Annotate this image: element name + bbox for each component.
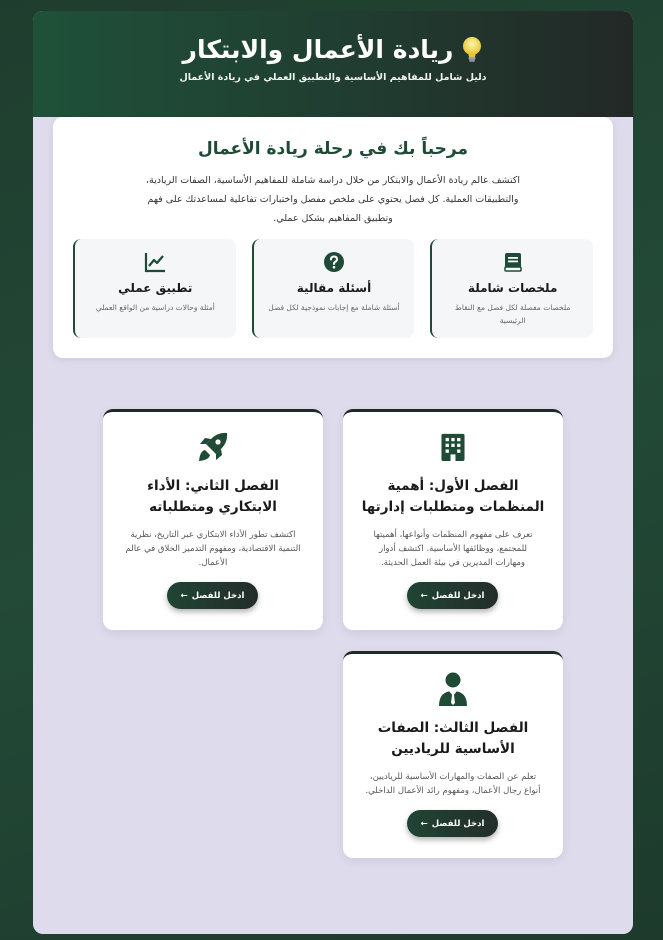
chapter-title: الفصل الأول: أهمية المنظمات ومتطلبات إدا…	[361, 478, 545, 515]
enter-chapter-button[interactable]: ادخل للفصل ←	[167, 582, 258, 609]
chapter-desc: تعرف على مفهوم المنظمات وأنواعها، أهميته…	[373, 530, 533, 568]
building-icon	[441, 433, 465, 461]
feature-card-summaries: ملخصات شاملة ملخصات مفصلة لكل فصل مع الن…	[430, 239, 593, 338]
arrow-left-icon: ←	[420, 818, 428, 829]
page-subtitle: دليل شامل للمفاهيم الأساسية والتطبيق الع…	[179, 72, 487, 83]
line-chart-icon	[145, 253, 166, 273]
businessman-icon	[439, 672, 467, 706]
enter-chapter-label: ادخل للفصل	[431, 590, 485, 601]
lightbulb-icon	[463, 36, 482, 62]
chapter-card-2[interactable]: الفصل الثاني: الأداء الابتكاري ومتطلباته…	[103, 409, 323, 630]
chapter-title: الفصل الثاني: الأداء الابتكاري ومتطلباته	[147, 478, 279, 515]
page-container: ريادة الأعمال والابتكار دليل شامل للمفاه…	[33, 11, 633, 934]
feature-card-practice: تطبيق عملي أمثلة وحالات دراسية من الواقع…	[72, 239, 236, 338]
chapter-desc: تعلم عن الصفات والمهارات الأساسية للرياد…	[365, 772, 541, 796]
enter-chapter-label: ادخل للفصل	[191, 590, 245, 601]
chapter-card-3[interactable]: الفصل الثالث: الصفات الأساسية للرياديين …	[343, 651, 563, 858]
enter-chapter-button[interactable]: ادخل للفصل ←	[407, 582, 498, 609]
feature-title: تطبيق عملي	[118, 281, 193, 295]
arrow-left-icon: ←	[420, 590, 428, 601]
feature-desc: أسئلة شاملة مع إجابات نموذجية لكل فصل	[268, 303, 400, 312]
arrow-left-icon: ←	[180, 590, 188, 601]
chapter-desc: اكتشف تطور الأداء الابتكاري عبر التاريخ،…	[125, 530, 301, 568]
page-title: ريادة الأعمال والابتكار	[33, 35, 633, 64]
feature-desc: ملخصات مفصلة لكل فصل مع النقاط الرئيسية	[454, 303, 571, 325]
rocket-icon	[199, 432, 228, 461]
feature-title: أسئلة مقالية	[296, 281, 372, 295]
page-header: ريادة الأعمال والابتكار دليل شامل للمفاه…	[33, 11, 633, 117]
book-icon	[503, 253, 522, 272]
question-circle-icon	[324, 252, 344, 272]
welcome-intro: اكتشف عالم ريادة الأعمال والابتكار من خل…	[145, 175, 521, 224]
welcome-card: مرحباً بك في رحلة ريادة الأعمال اكتشف عا…	[53, 117, 613, 358]
enter-chapter-button[interactable]: ادخل للفصل ←	[407, 810, 498, 837]
welcome-title: مرحباً بك في رحلة ريادة الأعمال	[197, 139, 469, 159]
feature-card-questions: أسئلة مقالية أسئلة شاملة مع إجابات نموذج…	[251, 239, 415, 338]
features-row: ملخصات شاملة ملخصات مفصلة لكل فصل مع الن…	[72, 239, 593, 338]
feature-title: ملخصات شاملة	[467, 281, 558, 295]
page-title-text: ريادة الأعمال والابتكار	[182, 35, 454, 64]
feature-desc: أمثلة وحالات دراسية من الواقع العملي	[95, 303, 215, 312]
chapter-title: الفصل الثالث: الصفات الأساسية للرياديين	[377, 720, 529, 757]
enter-chapter-label: ادخل للفصل	[431, 818, 485, 829]
chapter-card-1[interactable]: الفصل الأول: أهمية المنظمات ومتطلبات إدا…	[343, 409, 563, 630]
